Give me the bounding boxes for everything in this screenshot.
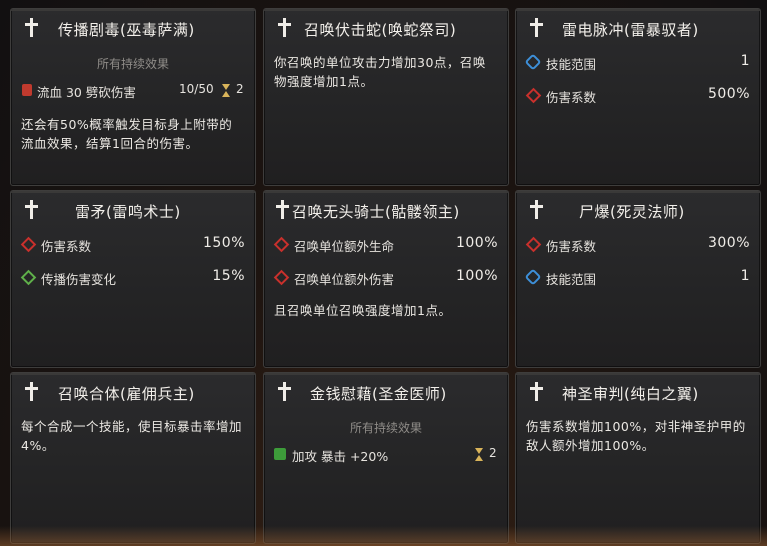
stat-row: 传播伤害变化 15% <box>19 268 245 288</box>
stat-label: 伤害系数 <box>546 90 597 105</box>
stat-row: 伤害系数 300% <box>524 235 750 255</box>
card-divider <box>11 191 255 193</box>
card-title: 召唤无头骑士(骷髅领主) <box>292 203 460 221</box>
effect-row: 流血 30 劈砍伤害 10/50 2 <box>19 81 245 101</box>
cross-icon <box>25 382 38 402</box>
card-header: 雷矛(雷鸣术士) <box>11 197 255 225</box>
effect-label: 加攻 暴击 +20% <box>292 449 389 464</box>
card-header: 神圣审判(纯白之翼) <box>516 379 760 407</box>
cross-icon <box>276 200 289 220</box>
stat-row: 伤害系数 150% <box>19 235 245 255</box>
card-header: 召唤伏击蛇(唤蛇祭司) <box>264 15 508 43</box>
stat-row: 伤害系数 500% <box>524 86 750 106</box>
stat-value: 1 <box>740 268 750 284</box>
card-divider <box>264 373 508 375</box>
card-subtitle: 所有持续效果 <box>349 421 422 435</box>
skill-card[interactable]: 传播剧毒(巫毒萨满) 所有持续效果 流血 30 劈砍伤害 10/50 2 还会有… <box>10 8 256 186</box>
stat-value: 1 <box>740 53 750 69</box>
card-divider <box>516 9 760 11</box>
skill-card[interactable]: 金钱慰藉(圣金医师) 所有持续效果 加攻 暴击 +20% 2 <box>263 372 509 544</box>
card-divider <box>11 9 255 11</box>
skill-card[interactable]: 召唤无头骑士(骷髅领主) 召唤单位额外生命 100% 召唤单位额外伤害 100%… <box>263 190 509 368</box>
card-title: 金钱慰藉(圣金医师) <box>310 385 447 403</box>
cross-icon <box>530 200 543 220</box>
cross-icon <box>25 200 38 220</box>
card-header: 传播剧毒(巫毒萨满) <box>11 15 255 43</box>
skill-card-grid: 传播剧毒(巫毒萨满) 所有持续效果 流血 30 劈砍伤害 10/50 2 还会有… <box>0 0 767 546</box>
stat-value: 100% <box>455 235 498 251</box>
card-title: 雷矛(雷鸣术士) <box>75 203 181 221</box>
card-title: 神圣审判(纯白之翼) <box>562 385 699 403</box>
range-icon <box>524 268 542 286</box>
card-subtitle: 所有持续效果 <box>96 57 169 71</box>
stat-row: 技能范围 1 <box>524 53 750 73</box>
stat-label: 技能范围 <box>546 57 597 72</box>
skill-card[interactable]: 召唤伏击蛇(唤蛇祭司) 你召唤的单位攻击力增加30点，召唤物强度增加1点。 <box>263 8 509 186</box>
effect-stack: 10/50 <box>179 82 214 96</box>
skill-card[interactable]: 雷电脉冲(雷暴驭者) 技能范围 1 伤害系数 500% <box>515 8 761 186</box>
effect-duration: 2 <box>236 82 244 96</box>
card-divider <box>516 191 760 193</box>
card-description: 且召唤单位召唤强度增加1点。 <box>274 303 452 318</box>
card-title: 雷电脉冲(雷暴驭者) <box>562 21 699 39</box>
hourglass-icon <box>475 448 484 461</box>
skill-card[interactable]: 尸爆(死灵法师) 伤害系数 300% 技能范围 1 <box>515 190 761 368</box>
card-description: 你召唤的单位攻击力增加30点，召唤物强度增加1点。 <box>274 55 486 89</box>
card-divider <box>11 373 255 375</box>
cross-icon <box>278 382 291 402</box>
stat-value: 150% <box>202 235 245 251</box>
card-divider <box>264 191 508 193</box>
stat-label: 伤害系数 <box>41 239 92 254</box>
card-title: 尸爆(死灵法师) <box>579 203 685 221</box>
damage-icon <box>525 87 542 104</box>
attack-buff-icon <box>274 448 286 460</box>
stat-label: 伤害系数 <box>546 239 597 254</box>
card-header: 召唤合体(雇佣兵主) <box>11 379 255 407</box>
stat-value: 100% <box>455 268 498 284</box>
card-divider <box>516 373 760 375</box>
stat-label: 召唤单位额外生命 <box>294 239 395 254</box>
effect-row: 加攻 暴击 +20% 2 <box>272 445 498 465</box>
range-icon <box>524 53 542 71</box>
spread-icon <box>20 269 37 286</box>
card-description: 还会有50%概率触发目标身上附带的流血效果，结算1回合的伤害。 <box>21 117 233 151</box>
stat-row: 召唤单位额外伤害 100% <box>272 268 498 288</box>
cross-icon <box>530 18 543 38</box>
card-title: 召唤伏击蛇(唤蛇祭司) <box>304 21 457 39</box>
stat-value: 500% <box>707 86 750 102</box>
stat-row: 技能范围 1 <box>524 268 750 288</box>
floor-glow <box>0 526 767 546</box>
card-title: 召唤合体(雇佣兵主) <box>58 385 195 403</box>
card-header: 召唤无头骑士(骷髅领主) <box>264 197 508 225</box>
card-header: 雷电脉冲(雷暴驭者) <box>516 15 760 43</box>
card-title: 传播剧毒(巫毒萨满) <box>58 21 195 39</box>
cross-icon <box>530 382 543 402</box>
cross-icon <box>25 18 38 38</box>
cross-icon <box>278 18 291 38</box>
card-header: 金钱慰藉(圣金医师) <box>264 379 508 407</box>
stat-row: 召唤单位额外生命 100% <box>272 235 498 255</box>
summon-life-icon <box>273 236 290 253</box>
skill-card[interactable]: 雷矛(雷鸣术士) 伤害系数 150% 传播伤害变化 15% <box>10 190 256 368</box>
effect-duration: 2 <box>489 446 497 460</box>
damage-icon <box>20 236 37 253</box>
card-description: 伤害系数增加100%，对非神圣护甲的敌人额外增加100%。 <box>526 419 746 453</box>
card-description: 每个合成一个技能，使目标暴击率增加4%。 <box>21 419 243 453</box>
summon-damage-icon <box>273 269 290 286</box>
blood-drop-icon <box>22 84 32 96</box>
stat-label: 技能范围 <box>546 272 597 287</box>
stat-label: 召唤单位额外伤害 <box>294 272 395 287</box>
stat-label: 传播伤害变化 <box>41 272 117 287</box>
damage-icon <box>525 236 542 253</box>
effect-label: 流血 30 劈砍伤害 <box>37 85 136 100</box>
card-header: 尸爆(死灵法师) <box>516 197 760 225</box>
card-divider <box>264 9 508 11</box>
skill-card[interactable]: 召唤合体(雇佣兵主) 每个合成一个技能，使目标暴击率增加4%。 <box>10 372 256 544</box>
stat-value: 300% <box>707 235 750 251</box>
hourglass-icon <box>222 84 231 97</box>
skill-card[interactable]: 神圣审判(纯白之翼) 伤害系数增加100%，对非神圣护甲的敌人额外增加100%。 <box>515 372 761 544</box>
stat-value: 15% <box>212 268 245 284</box>
